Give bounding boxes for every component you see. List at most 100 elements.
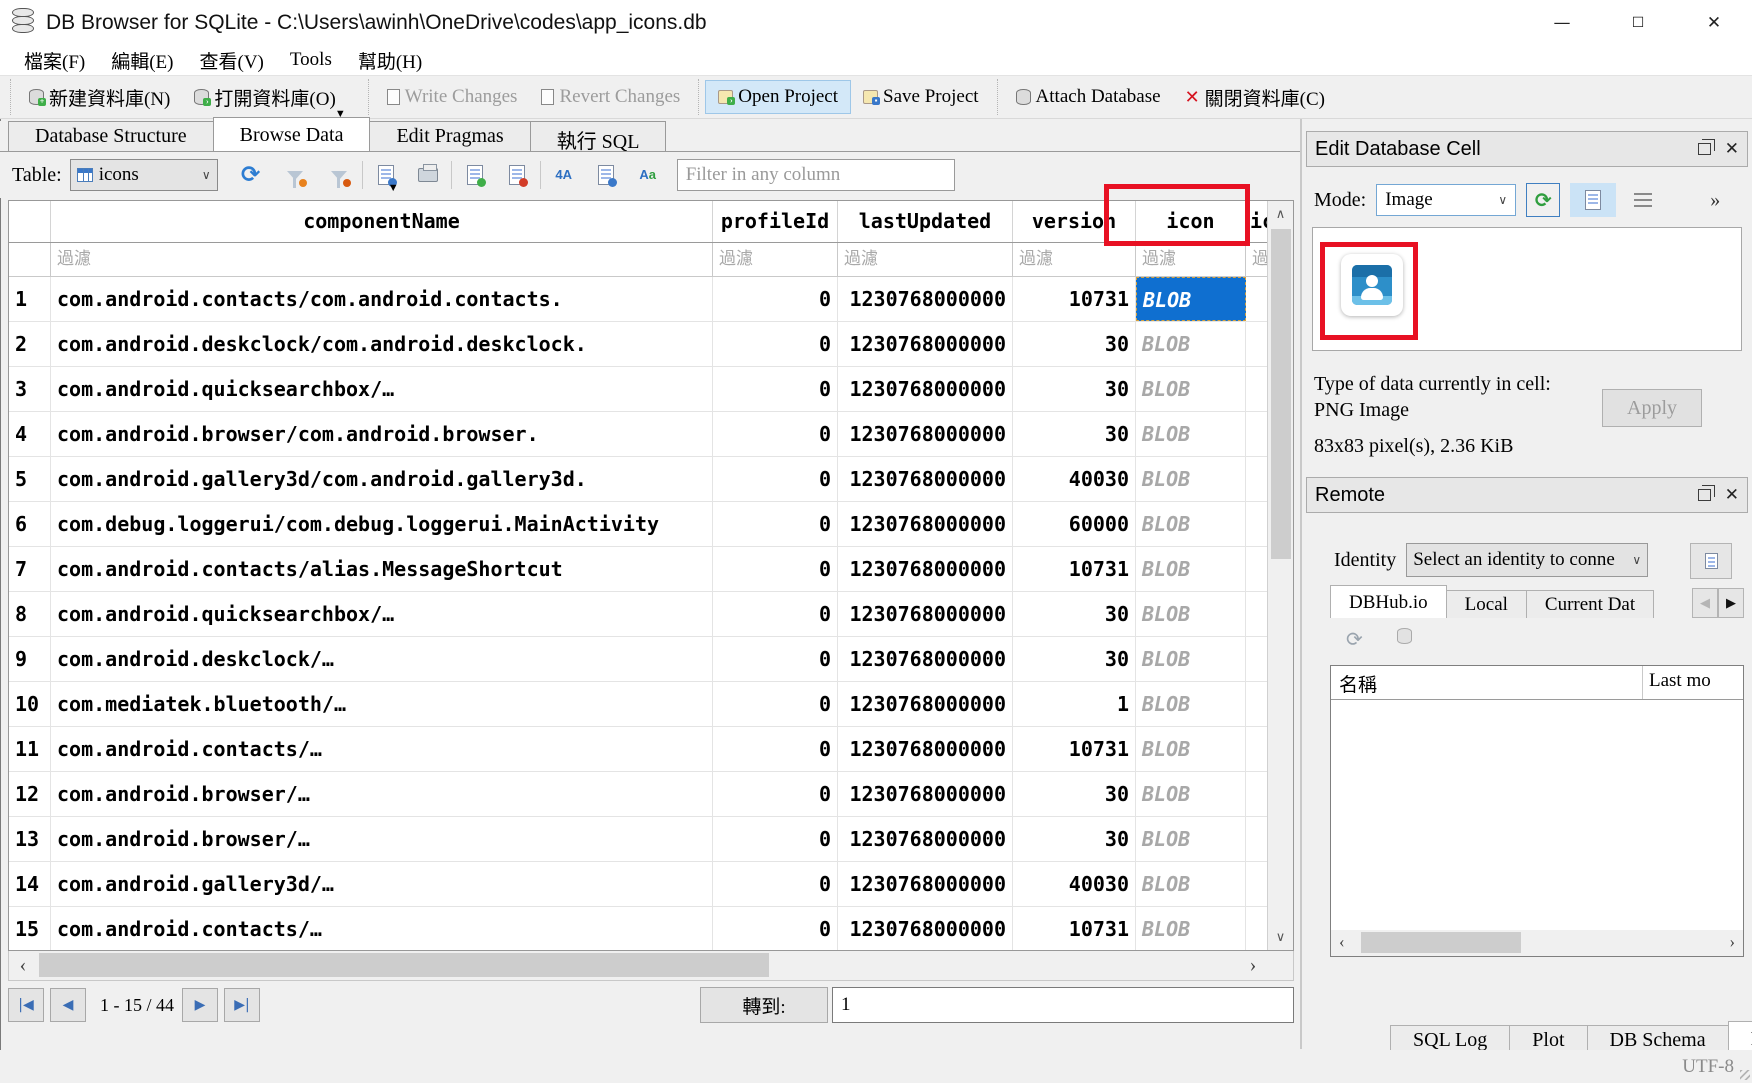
cell-version[interactable]: 30 xyxy=(1013,772,1136,816)
menu-file[interactable]: 檔案(F) xyxy=(12,47,97,74)
cell-profileId[interactable]: 0 xyxy=(713,592,838,636)
apply-button[interactable]: Apply xyxy=(1602,389,1702,427)
cell-profileId[interactable]: 0 xyxy=(713,277,838,321)
tab-edit-pragmas[interactable]: Edit Pragmas xyxy=(369,121,530,151)
cell-componentName[interactable]: com.debug.loggerui/com.debug.loggerui.Ma… xyxy=(51,502,713,546)
cell-version[interactable]: 30 xyxy=(1013,367,1136,411)
tab-browse-data[interactable]: Browse Data xyxy=(213,117,371,151)
cell-icon-blob[interactable]: BLOB xyxy=(1136,907,1246,951)
overflow-button[interactable]: » xyxy=(1698,183,1732,217)
cell-profileId[interactable]: 0 xyxy=(713,367,838,411)
cell-icon-blob[interactable]: BLOB xyxy=(1136,862,1246,906)
prev-page-button[interactable]: ◀ xyxy=(50,988,86,1022)
cell-profileId[interactable]: 0 xyxy=(713,502,838,546)
vertical-scrollbar[interactable]: ∧ ∨ xyxy=(1267,201,1293,950)
insert-record-button[interactable] xyxy=(460,160,490,190)
save-table-as-button[interactable]: ▼ xyxy=(371,160,401,190)
row-number[interactable]: 12 xyxy=(9,772,51,816)
cell-icon-blob[interactable]: BLOB xyxy=(1136,637,1246,681)
cell-componentName[interactable]: com.android.gallery3d/com.android.galler… xyxy=(51,457,713,501)
row-number[interactable]: 14 xyxy=(9,862,51,906)
float-panel-icon[interactable] xyxy=(1698,143,1711,155)
row-number[interactable]: 9 xyxy=(9,637,51,681)
cell-componentName[interactable]: com.android.contacts/… xyxy=(51,907,713,951)
cell-componentName[interactable]: com.android.deskclock/com.android.deskcl… xyxy=(51,322,713,366)
cell-lastUpdated[interactable]: 1230768000000 xyxy=(838,412,1013,456)
cell-lastUpdated[interactable]: 1230768000000 xyxy=(838,637,1013,681)
cell-icon-blob[interactable]: BLOB xyxy=(1136,817,1246,861)
filter-profileId[interactable]: 過濾 xyxy=(713,243,838,276)
cell-lastUpdated[interactable]: 1230768000000 xyxy=(838,727,1013,771)
scroll-left-icon[interactable]: ‹ xyxy=(1339,932,1345,952)
row-number[interactable]: 4 xyxy=(9,412,51,456)
cell-icon-blob[interactable]: BLOB xyxy=(1136,727,1246,771)
maximize-icon[interactable]: ☐ xyxy=(1600,0,1676,45)
cell-componentName[interactable]: com.android.contacts/… xyxy=(51,727,713,771)
cell-componentName[interactable]: com.android.quicksearchbox/… xyxy=(51,367,713,411)
cell-profileId[interactable]: 0 xyxy=(713,547,838,591)
goto-row-input[interactable] xyxy=(832,987,1294,1023)
scroll-down-icon[interactable]: ∨ xyxy=(1268,924,1293,950)
refresh-button[interactable]: ⟳ xyxy=(236,160,266,190)
row-number[interactable]: 2 xyxy=(9,322,51,366)
next-page-button[interactable]: ▶ xyxy=(182,988,218,1022)
scroll-right-icon[interactable]: › xyxy=(1729,932,1735,952)
row-number[interactable]: 6 xyxy=(9,502,51,546)
import-data-button[interactable]: ⟳ xyxy=(1526,183,1560,217)
cell-icon-blob[interactable]: BLOB xyxy=(1136,277,1246,321)
cell-icon-blob[interactable]: BLOB xyxy=(1136,682,1246,726)
minimize-icon[interactable]: — xyxy=(1524,0,1600,45)
cell-lastUpdated[interactable]: 1230768000000 xyxy=(838,502,1013,546)
header-icon[interactable]: icon xyxy=(1136,201,1246,242)
save-filters-button[interactable] xyxy=(324,160,354,190)
identity-settings-button[interactable] xyxy=(1690,543,1732,579)
row-number[interactable]: 10 xyxy=(9,682,51,726)
cell-lastUpdated[interactable]: 1230768000000 xyxy=(838,547,1013,591)
cell-version[interactable]: 30 xyxy=(1013,817,1136,861)
records-book-button[interactable] xyxy=(591,160,621,190)
scroll-left-icon[interactable]: ‹ xyxy=(9,951,37,979)
horizontal-scrollbar-thumb[interactable] xyxy=(39,953,769,977)
cell-componentName[interactable]: com.android.gallery3d/… xyxy=(51,862,713,906)
row-number[interactable]: 15 xyxy=(9,907,51,951)
cell-lastUpdated[interactable]: 1230768000000 xyxy=(838,322,1013,366)
cell-icon-blob[interactable]: BLOB xyxy=(1136,772,1246,816)
tab-database-structure[interactable]: Database Structure xyxy=(8,121,214,151)
cell-icon-blob[interactable]: BLOB xyxy=(1136,592,1246,636)
cell-lastUpdated[interactable]: 1230768000000 xyxy=(838,592,1013,636)
revert-changes-button[interactable]: Revert Changes xyxy=(529,81,692,113)
filter-version[interactable]: 過濾 xyxy=(1013,243,1136,276)
cell-version[interactable]: 30 xyxy=(1013,637,1136,681)
cell-profileId[interactable]: 0 xyxy=(713,907,838,951)
font-size-button[interactable]: 4A xyxy=(549,160,579,190)
cell-lastUpdated[interactable]: 1230768000000 xyxy=(838,862,1013,906)
export-dropdown-icon[interactable]: ▼ xyxy=(388,182,399,194)
header-componentName[interactable]: componentName xyxy=(51,201,713,242)
remote-list-scrollbar[interactable]: ‹ › xyxy=(1331,930,1743,956)
row-number[interactable]: 3 xyxy=(9,367,51,411)
cell-componentName[interactable]: com.android.browser/com.android.browser. xyxy=(51,412,713,456)
horizontal-scrollbar[interactable]: ‹ › xyxy=(8,951,1294,981)
remote-clone-icon[interactable] xyxy=(1397,627,1412,652)
scroll-right-icon[interactable]: › xyxy=(1239,951,1267,979)
attach-database-button[interactable]: Attach Database xyxy=(1004,81,1173,113)
cell-profileId[interactable]: 0 xyxy=(713,862,838,906)
cell-profileId[interactable]: 0 xyxy=(713,682,838,726)
cell-lastUpdated[interactable]: 1230768000000 xyxy=(838,682,1013,726)
cell-profileId[interactable]: 0 xyxy=(713,727,838,771)
cell-profileId[interactable]: 0 xyxy=(713,457,838,501)
scroll-up-icon[interactable]: ∧ xyxy=(1268,201,1293,227)
cell-version[interactable]: 1 xyxy=(1013,682,1136,726)
cell-version[interactable]: 40030 xyxy=(1013,457,1136,501)
cell-version[interactable]: 10731 xyxy=(1013,277,1136,321)
filter-any-column-input[interactable] xyxy=(677,159,955,191)
row-number[interactable]: 1 xyxy=(9,277,51,321)
vertical-scrollbar-thumb[interactable] xyxy=(1271,229,1291,559)
cell-icon-blob[interactable]: BLOB xyxy=(1136,322,1246,366)
row-number[interactable]: 8 xyxy=(9,592,51,636)
cell-lastUpdated[interactable]: 1230768000000 xyxy=(838,457,1013,501)
filter-partial[interactable]: 過濾 xyxy=(1246,243,1269,276)
encoding-label[interactable]: UTF-8 xyxy=(1682,1056,1734,1078)
cell-version[interactable]: 30 xyxy=(1013,412,1136,456)
identity-selector[interactable]: Select an identity to conne ∨ xyxy=(1406,543,1648,577)
